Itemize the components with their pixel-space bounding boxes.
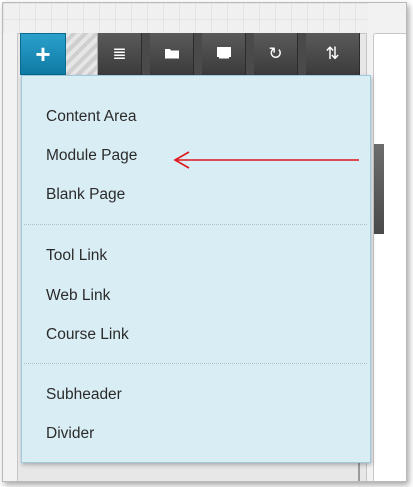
add-menu-item-button[interactable]: + — [20, 33, 66, 75]
menu-separator — [24, 363, 367, 364]
refresh-button[interactable]: ↻ — [254, 33, 298, 75]
refresh-icon: ↻ — [268, 44, 283, 63]
menu-item-module-page[interactable]: Module Page — [46, 138, 137, 174]
menu-item-web-link[interactable]: Web Link — [46, 278, 110, 314]
menu-item-subheader[interactable]: Subheader — [46, 377, 122, 413]
add-menu-dropdown: Content Area Module Page Blank Page Tool… — [21, 75, 371, 463]
folder-view-button[interactable] — [150, 33, 194, 75]
screenshot-frame: y + ≣ ↻ ⇅ Content Area Module Page Blank… — [2, 2, 407, 482]
menu-item-course-link[interactable]: Course Link — [46, 317, 129, 353]
list-icon: ≣ — [112, 44, 127, 63]
toolbar-spacer — [66, 33, 98, 75]
menu-item-blank-page[interactable]: Blank Page — [46, 177, 125, 213]
menu-item-content-area[interactable]: Content Area — [46, 99, 136, 135]
annotation-arrow — [173, 151, 359, 169]
course-menu-toolbar: + ≣ ↻ ⇅ — [20, 33, 360, 75]
menu-item-tool-link[interactable]: Tool Link — [46, 238, 107, 274]
list-view-button[interactable]: ≣ — [98, 33, 142, 75]
folder-icon — [164, 44, 180, 64]
reorder-button[interactable]: ⇅ — [306, 33, 360, 75]
background-pattern — [3, 3, 368, 33]
content-panel — [373, 33, 406, 481]
panel-strip — [374, 144, 384, 234]
open-window-button[interactable] — [202, 33, 246, 75]
window-icon — [216, 44, 232, 64]
menu-item-divider[interactable]: Divider — [46, 416, 94, 452]
menu-separator — [24, 224, 367, 225]
plus-icon: + — [35, 38, 51, 69]
sort-icon: ⇅ — [325, 44, 340, 63]
